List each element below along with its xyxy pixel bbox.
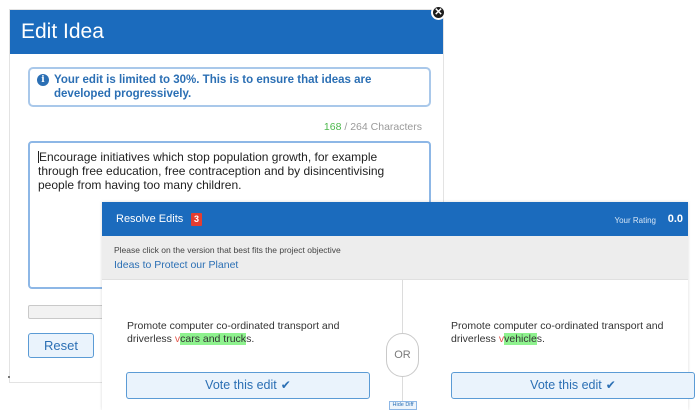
divider-line bbox=[402, 377, 403, 401]
objective-hint: Please click on the version that best fi… bbox=[114, 245, 341, 255]
dialog-title: Edit Idea bbox=[21, 20, 104, 43]
character-counter: 168 / 264 Characters bbox=[324, 121, 422, 133]
idea-text-value: Encourage initiatives which stop populat… bbox=[38, 150, 385, 192]
vote-button-label: Vote this edit bbox=[530, 378, 602, 392]
check-icon: ✔ bbox=[605, 378, 616, 392]
project-link[interactable]: Ideas to Protect our Planet bbox=[114, 259, 688, 271]
character-count-total: / 264 Characters bbox=[341, 121, 422, 133]
dialog-header: Edit Idea bbox=[10, 10, 443, 54]
version-b-inserted: vehicle bbox=[504, 333, 537, 345]
version-b-suffix: s. bbox=[536, 333, 545, 345]
resolve-edits-header: Resolve Edits 3 Your Rating 0.0 bbox=[102, 202, 688, 236]
vote-button-label: Vote this edit bbox=[205, 378, 277, 392]
resolve-edits-title: Resolve Edits bbox=[116, 213, 184, 225]
vote-edit-b-button[interactable]: Vote this edit ✔ bbox=[451, 372, 695, 399]
reset-button[interactable]: Reset bbox=[28, 333, 94, 358]
resolve-edits-panel: Resolve Edits 3 Your Rating 0.0 Please c… bbox=[102, 202, 695, 410]
version-a-inserted: cars and truck bbox=[180, 333, 247, 345]
edit-version-b[interactable]: Promote computer co-ordinated transport … bbox=[451, 320, 686, 346]
rating-label: Your Rating bbox=[614, 216, 656, 225]
decorative-dot bbox=[8, 376, 10, 378]
divider-line bbox=[402, 280, 403, 333]
character-count-used: 168 bbox=[323, 121, 342, 133]
edit-version-a[interactable]: Promote computer co-ordinated transport … bbox=[127, 320, 357, 346]
or-separator: OR bbox=[386, 333, 419, 377]
vote-edit-a-button[interactable]: Vote this edit ✔ bbox=[126, 372, 370, 399]
info-icon: i bbox=[37, 74, 49, 86]
version-a-suffix: s. bbox=[246, 333, 255, 345]
info-notice-text: Your edit is limited to 30%. This is to … bbox=[54, 74, 372, 100]
rating-value: 0.0 bbox=[667, 213, 683, 225]
objective-bar: Please click on the version that best fi… bbox=[102, 236, 688, 280]
check-icon: ✔ bbox=[280, 378, 291, 392]
hide-diff-button[interactable]: Hide Diff bbox=[389, 401, 417, 410]
close-icon[interactable]: ✕ bbox=[431, 5, 446, 20]
info-notice: i Your edit is limited to 30%. This is t… bbox=[28, 67, 431, 107]
app-stage: Edit Idea ✕ i Your edit is limited to 30… bbox=[0, 0, 698, 410]
edit-count-badge: 3 bbox=[191, 213, 202, 226]
version-b-prefix: Promote computer co-ordinated transport … bbox=[451, 320, 664, 345]
